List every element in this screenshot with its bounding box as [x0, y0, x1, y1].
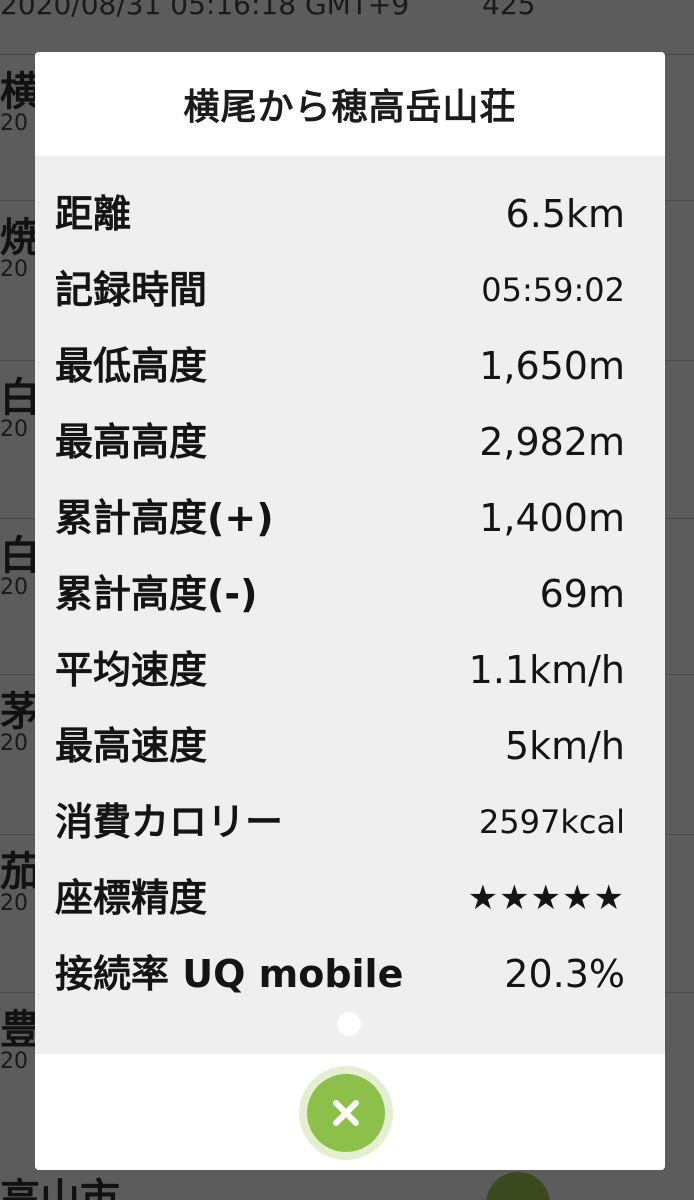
star-rating-icon: ★★★★★ [467, 878, 625, 918]
page-indicator-dot [337, 1012, 361, 1036]
modal-footer [35, 1054, 665, 1170]
stat-label: 消費カロリー [55, 800, 284, 844]
stat-label: 平均速度 [55, 648, 208, 692]
stat-value: 1.1km/h [468, 648, 625, 692]
background-item-date: 20 [0, 891, 28, 916]
background-item-date: 20 [0, 575, 28, 600]
stat-row-distance: 距離 6.5km [35, 176, 665, 252]
stat-label: 距離 [55, 192, 132, 236]
stat-value: 6.5km [505, 192, 625, 236]
background-action-button[interactable] [486, 1172, 550, 1200]
modal-title: 横尾から穂高岳山荘 [183, 87, 517, 128]
stat-label: 最高速度 [55, 724, 208, 768]
stat-label: 累計高度(-) [55, 572, 258, 616]
stat-row-calories: 消費カロリー 2597kcal [35, 784, 665, 860]
background-top-row: 2020/08/31 05:16:18 GMT+9 425 [0, 0, 694, 24]
stat-row-coordinate-accuracy: 座標精度 ★★★★★ [35, 860, 665, 936]
stat-value: 20.3% [504, 952, 625, 996]
background-item-title: 焼 [0, 215, 40, 261]
stat-row-cumulative-descent: 累計高度(-) 69m [35, 556, 665, 632]
background-item-title: 豊 [0, 1007, 40, 1053]
background-item-title: 高山市 [0, 1176, 120, 1200]
stat-row-max-altitude: 最高高度 2,982m [35, 404, 665, 480]
stat-value: 5km/h [504, 724, 625, 768]
close-x-icon [333, 1100, 359, 1126]
stat-row-min-altitude: 最低高度 1,650m [35, 328, 665, 404]
stat-value: 1,400m [479, 496, 625, 540]
background-item-title: 茄 [0, 849, 40, 895]
background-item-date: 20 [0, 257, 28, 282]
background-item-date: 20 [0, 731, 28, 756]
stat-label: 累計高度(+) [55, 496, 274, 540]
stat-row-max-speed: 最高速度 5km/h [35, 708, 665, 784]
stat-value: 05:59:02 [481, 271, 625, 309]
background-top-count: 425 [482, 0, 536, 21]
close-button[interactable] [299, 1066, 393, 1160]
stat-label: 記録時間 [55, 268, 208, 312]
background-item-date: 20 [0, 111, 28, 136]
stat-row-recording-time: 記録時間 05:59:02 [35, 252, 665, 328]
stat-row-cumulative-ascent: 累計高度(+) 1,400m [35, 480, 665, 556]
stat-value: 2597kcal [478, 803, 625, 841]
background-top-timestamp: 2020/08/31 05:16:18 GMT+9 [0, 0, 410, 21]
stat-row-average-speed: 平均速度 1.1km/h [35, 632, 665, 708]
stat-value: 69m [539, 572, 625, 616]
stat-value: 1,650m [479, 344, 625, 388]
modal-header: 横尾から穂高岳山荘 [35, 52, 665, 156]
stat-label: 接続率 UQ mobile [55, 952, 404, 996]
background-item-title: 白 [0, 375, 40, 421]
background-item-date: 20 [0, 1049, 28, 1074]
stat-label: 最低高度 [55, 344, 208, 388]
background-item-title: 白 [0, 533, 40, 579]
background-item-title: 茅 [0, 689, 40, 735]
background-item-title: 横 [0, 69, 40, 115]
close-button-inner [307, 1074, 385, 1152]
stats-modal: 横尾から穂高岳山荘 距離 6.5km 記録時間 05:59:02 最低高度 1,… [35, 52, 665, 1170]
background-item-date: 20 [0, 417, 28, 442]
stat-label: 座標精度 [55, 876, 208, 920]
stat-value: 2,982m [479, 420, 625, 464]
stat-row-connection-rate: 接続率 UQ mobile 20.3% [35, 936, 665, 1012]
stat-label: 最高高度 [55, 420, 208, 464]
